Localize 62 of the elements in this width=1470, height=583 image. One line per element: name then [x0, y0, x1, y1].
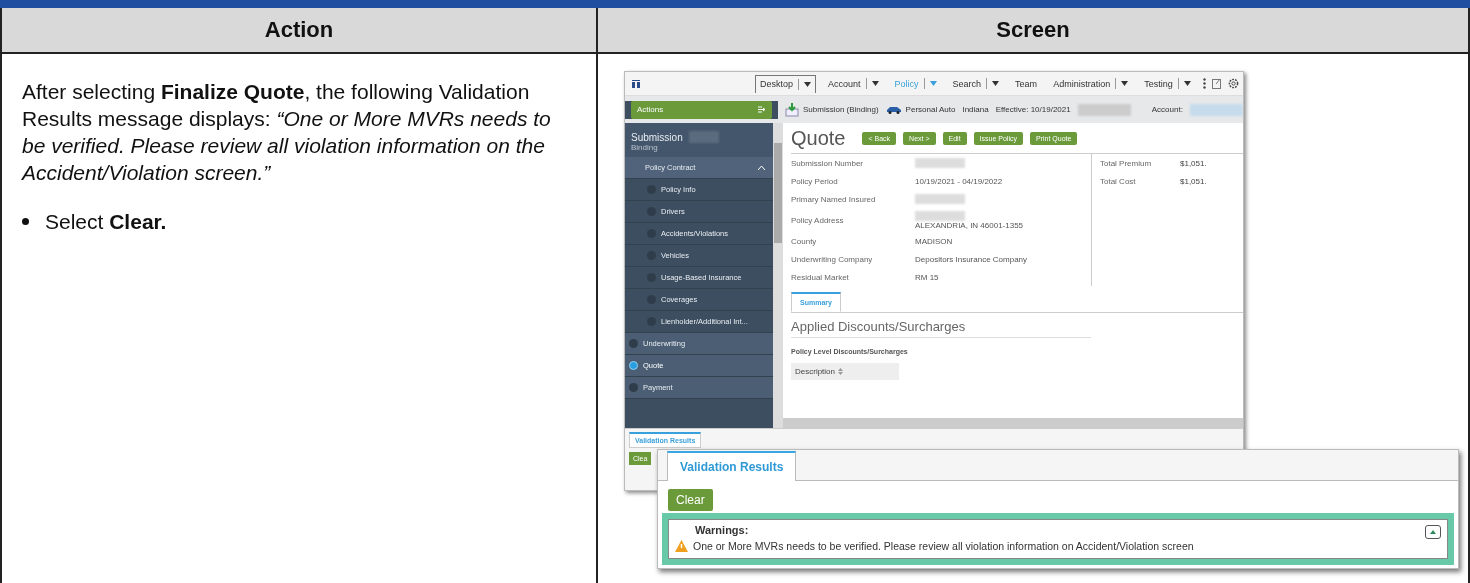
- scrollbar[interactable]: [783, 418, 1243, 428]
- field-label: Policy Period: [791, 176, 839, 186]
- nav-tab[interactable]: Team: [1011, 75, 1042, 92]
- caret-icon[interactable]: [804, 81, 812, 87]
- nav-tab[interactable]: Desktop: [755, 74, 817, 93]
- field-value: RM 15: [915, 272, 939, 282]
- product-label: Personal Auto: [905, 105, 956, 114]
- nav-tab[interactable]: Search: [948, 75, 1004, 92]
- warning-message: One or More MVRs needs to be verified. Please review all violation information on Accident/Violation screen: [693, 540, 1194, 552]
- instruction-step: Select Clear.: [45, 208, 167, 235]
- redacted-block: [1189, 103, 1243, 116]
- warnings-heading: Warnings:: [695, 524, 749, 536]
- logo-icon: [631, 78, 641, 89]
- scrollbar[interactable]: [773, 123, 783, 428]
- field-label: County: [791, 236, 818, 246]
- account-label: Account:: [1151, 105, 1183, 114]
- download-icon: [785, 102, 799, 117]
- caret-icon[interactable]: [1121, 81, 1129, 86]
- field-value: 10/19/2021 - 04/19/2022: [915, 176, 1003, 186]
- caret-icon[interactable]: [871, 81, 879, 86]
- caret-icon: [1430, 530, 1436, 534]
- column-header: Screen: [996, 17, 1070, 43]
- effective-date: Effective: 10/19/2021: [995, 105, 1071, 114]
- collapse-button[interactable]: [1425, 525, 1441, 539]
- field-label: Underwriting Company: [791, 254, 874, 264]
- page-title: Quote: [791, 126, 846, 150]
- settings-icon[interactable]: [1227, 78, 1239, 89]
- warning-icon: [675, 540, 688, 552]
- field-value: ALEXANDRIA, IN 46001-1355: [915, 220, 1024, 230]
- field-label: Policy Address: [791, 215, 845, 225]
- field-label: Total Premium: [1100, 158, 1153, 168]
- note-icon[interactable]: [1211, 78, 1222, 89]
- sidebar-title: Submission: [631, 131, 683, 143]
- nav-tab[interactable]: Testing: [1140, 75, 1195, 92]
- field-value: MADISON: [915, 236, 953, 246]
- bullet-icon: [22, 218, 29, 225]
- clear-button[interactable]: Clear: [668, 489, 713, 511]
- nav-tab[interactable]: Administration: [1049, 75, 1133, 92]
- field-value: $1,051.: [1180, 176, 1207, 186]
- field-label: Total Cost: [1100, 176, 1137, 186]
- field-label: Primary Named Insured: [791, 194, 877, 204]
- instruction-text: After selecting Finalize Quote, the following Validation Results message displays: “One or More MVRs needs to be verified. Please review all violation information on the Accident/Violation screen.”: [22, 79, 552, 186]
- more-icon[interactable]: [1202, 78, 1206, 89]
- field-label: Residual Market: [791, 272, 850, 282]
- field-value: Depositors Insurance Company: [915, 254, 1028, 264]
- state-label: Indiana: [962, 105, 989, 114]
- actions-button[interactable]: Actions: [631, 100, 772, 119]
- caret-icon[interactable]: [992, 81, 1000, 86]
- field-label: Submission Number: [791, 158, 865, 168]
- chevron-icon[interactable]: [758, 165, 765, 170]
- caret-icon[interactable]: [1183, 81, 1191, 86]
- sort-icon: [838, 368, 843, 375]
- car-icon: [885, 105, 902, 114]
- column-header[interactable]: Description: [791, 363, 899, 380]
- sidebar-subtitle: Binding: [631, 143, 659, 152]
- section-title: Applied Discounts/Surcharges: [791, 313, 1091, 338]
- column-header: Action: [264, 17, 334, 43]
- nav-tab[interactable]: Account: [824, 75, 883, 92]
- job-label: Submission (Binding): [803, 105, 879, 114]
- field-value: $1,051.: [1180, 158, 1207, 168]
- redacted-block: [1077, 103, 1131, 116]
- exit-icon: [758, 106, 766, 113]
